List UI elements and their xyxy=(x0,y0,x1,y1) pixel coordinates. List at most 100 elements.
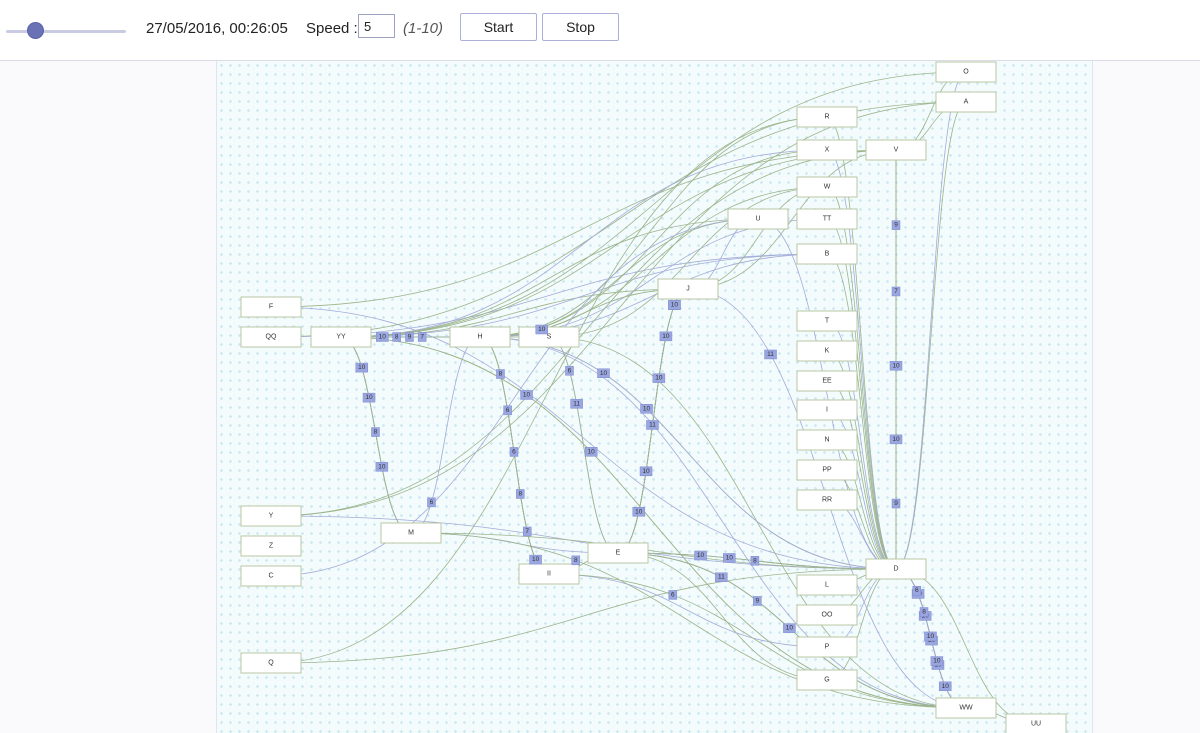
graph-node-y[interactable]: Y xyxy=(240,505,302,527)
graph-edge-line xyxy=(270,101,967,517)
graph-node-b[interactable]: B xyxy=(796,243,858,265)
graph-node-a[interactable]: A xyxy=(935,91,997,113)
edge-weight-text: 9 xyxy=(894,222,898,229)
node-label: G xyxy=(824,677,829,684)
edge-weight-label: 10 xyxy=(889,434,903,445)
edge-weight-label: 9 xyxy=(753,596,762,606)
edge-weight-label: 8 xyxy=(371,427,380,437)
node-label: U xyxy=(755,216,760,223)
node-label: Z xyxy=(269,543,274,550)
graph-node-t[interactable]: T xyxy=(796,310,858,332)
node-label: WW xyxy=(959,705,973,712)
edge-weight-text: 8 xyxy=(922,609,926,616)
edge-weight-label: 10 xyxy=(355,362,369,373)
graph-node-tt[interactable]: TT xyxy=(796,208,858,230)
graph-node-o[interactable]: O xyxy=(935,61,997,83)
edge-weight-text: 6 xyxy=(568,367,572,374)
graph-node-u[interactable]: U xyxy=(727,208,789,230)
edge-weight-text: 10 xyxy=(942,683,950,690)
edge-weight-text: 10 xyxy=(697,552,705,559)
edge-weight-text: 9 xyxy=(408,334,412,341)
network-graph: O A R X V W U TT B J F QQ YY H S T K EE I N PP RR Y Z C M E II D L OO P… xyxy=(240,61,1067,733)
edge-weight-label: 10 xyxy=(375,462,389,472)
edges-layer xyxy=(270,71,1037,725)
node-label: RR xyxy=(822,497,832,504)
graph-node-rr[interactable]: RR xyxy=(796,489,858,511)
graph-node-z[interactable]: Z xyxy=(240,535,302,557)
edge-weight-label: 10 xyxy=(535,324,548,335)
node-label: QQ xyxy=(266,334,277,341)
edge-weight-text: 7 xyxy=(420,334,424,341)
graph-node-ee[interactable]: EE xyxy=(796,370,858,392)
node-label: D xyxy=(893,566,898,573)
edge-weight-label: 9 xyxy=(891,498,901,509)
graph-node-h[interactable]: H xyxy=(449,326,511,348)
graph-node-f[interactable]: F xyxy=(240,296,302,318)
edge-weight-text: 10 xyxy=(933,658,941,665)
graph-node-ii[interactable]: II xyxy=(518,563,580,585)
graph-node-l[interactable]: L xyxy=(796,574,858,596)
edge-weight-label: 11 xyxy=(764,349,777,360)
graph-node-w[interactable]: W xyxy=(796,176,858,198)
graph-node-q[interactable]: Q xyxy=(240,652,302,674)
graph-edge-line xyxy=(687,186,828,290)
graph-node-x[interactable]: X xyxy=(796,139,858,161)
graph-node-p[interactable]: P xyxy=(796,636,858,658)
graph-node-uu[interactable]: UU xyxy=(1005,713,1067,733)
node-label: P xyxy=(825,644,830,651)
edge-weight-text: 10 xyxy=(588,448,596,455)
edge-weight-text: 10 xyxy=(523,391,531,398)
graph-node-e[interactable]: E xyxy=(587,542,649,564)
edge-weight-text: 6 xyxy=(430,499,434,506)
graph-node-d[interactable]: D xyxy=(865,558,927,580)
graph-node-v[interactable]: V xyxy=(865,139,927,161)
edge-weight-label: 11 xyxy=(570,399,583,409)
edge-weight-label: 7 xyxy=(417,332,427,342)
graph-edge-line xyxy=(479,336,967,709)
graph-node-k[interactable]: K xyxy=(796,340,858,362)
edge-weight-text: 7 xyxy=(525,528,529,535)
graph-edge-line xyxy=(479,253,828,338)
edge-weight-text: 8 xyxy=(395,334,399,341)
node-label: C xyxy=(268,573,273,580)
graph-node-ww[interactable]: WW xyxy=(935,697,997,719)
graph-node-yy[interactable]: YY xyxy=(310,326,372,348)
edge-weight-label: 10 xyxy=(889,361,903,371)
edge-weight-label: 10 xyxy=(640,404,653,414)
node-label: R xyxy=(824,114,829,121)
node-label: A xyxy=(964,99,969,106)
graph-edge-line xyxy=(340,288,689,338)
node-label: EE xyxy=(822,378,832,385)
graph-edge-line xyxy=(270,101,967,338)
edge-weight-label: 10 xyxy=(783,623,796,633)
graph-node-pp[interactable]: PP xyxy=(796,459,858,481)
graph-node-n[interactable]: N xyxy=(796,429,858,451)
edge-weight-label: 9 xyxy=(891,220,901,230)
edge-weight-label: 7 xyxy=(891,286,901,297)
edge-weight-label: 10 xyxy=(659,331,673,342)
graph-node-j[interactable]: J xyxy=(657,278,719,300)
graph-node-oo[interactable]: OO xyxy=(796,604,858,626)
graph-edge-line xyxy=(895,101,967,570)
node-label: K xyxy=(825,348,830,355)
edge-weight-label: 10 xyxy=(668,300,681,310)
edge-weight-text: 6 xyxy=(915,587,919,594)
edge-weight-label: 6 xyxy=(912,585,922,596)
edge-weight-label: 11 xyxy=(646,420,659,430)
graph-node-r[interactable]: R xyxy=(796,106,858,128)
graph-node-qq[interactable]: QQ xyxy=(240,326,302,348)
node-label: OO xyxy=(822,612,833,619)
graph-node-i[interactable]: I xyxy=(796,399,858,421)
edge-weight-label: 10 xyxy=(362,392,376,403)
graph-node-s[interactable]: S xyxy=(518,326,580,348)
graph-node-g[interactable]: G xyxy=(796,669,858,691)
edge-weight-text: 8 xyxy=(374,429,378,436)
edge-weight-text: 10 xyxy=(643,405,651,412)
weighted-edge-line xyxy=(548,573,967,709)
graph-node-c[interactable]: C xyxy=(240,565,302,587)
graph-node-m[interactable]: M xyxy=(380,522,442,544)
edge-weight-label: 6 xyxy=(427,497,436,508)
edge-weight-label: 10 xyxy=(723,553,736,563)
edge-weight-text: 10 xyxy=(378,463,386,470)
edge-weight-text: 10 xyxy=(358,364,366,371)
